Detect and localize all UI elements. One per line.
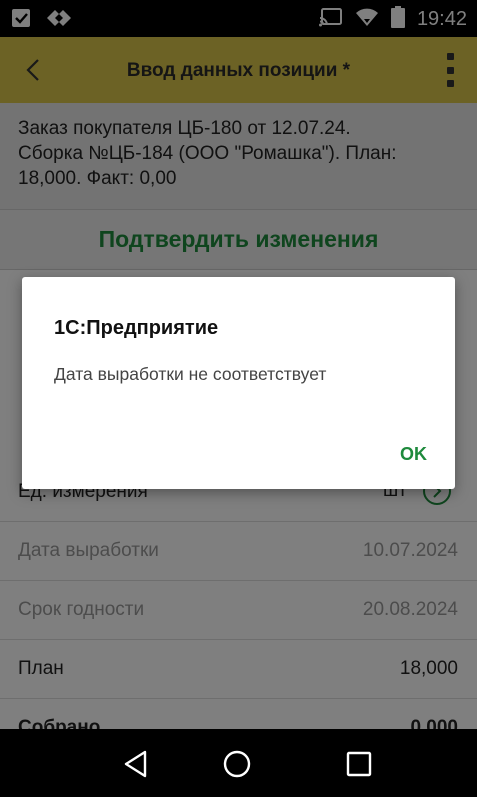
square-recents-icon <box>346 751 372 777</box>
back-nav-button[interactable] <box>121 749 151 779</box>
dialog-message: Дата выработки не соответствует <box>54 364 327 384</box>
navigation-bar <box>0 729 477 797</box>
circle-home-icon <box>223 750 251 778</box>
triangle-back-icon <box>124 750 147 778</box>
dialog-title: 1С:Предприятие <box>54 317 219 339</box>
home-nav-button[interactable] <box>222 749 252 779</box>
ok-button[interactable]: OK <box>398 442 429 467</box>
alert-dialog: 1С:Предприятие Дата выработки не соответ… <box>22 277 455 489</box>
recents-nav-button[interactable] <box>344 749 374 779</box>
